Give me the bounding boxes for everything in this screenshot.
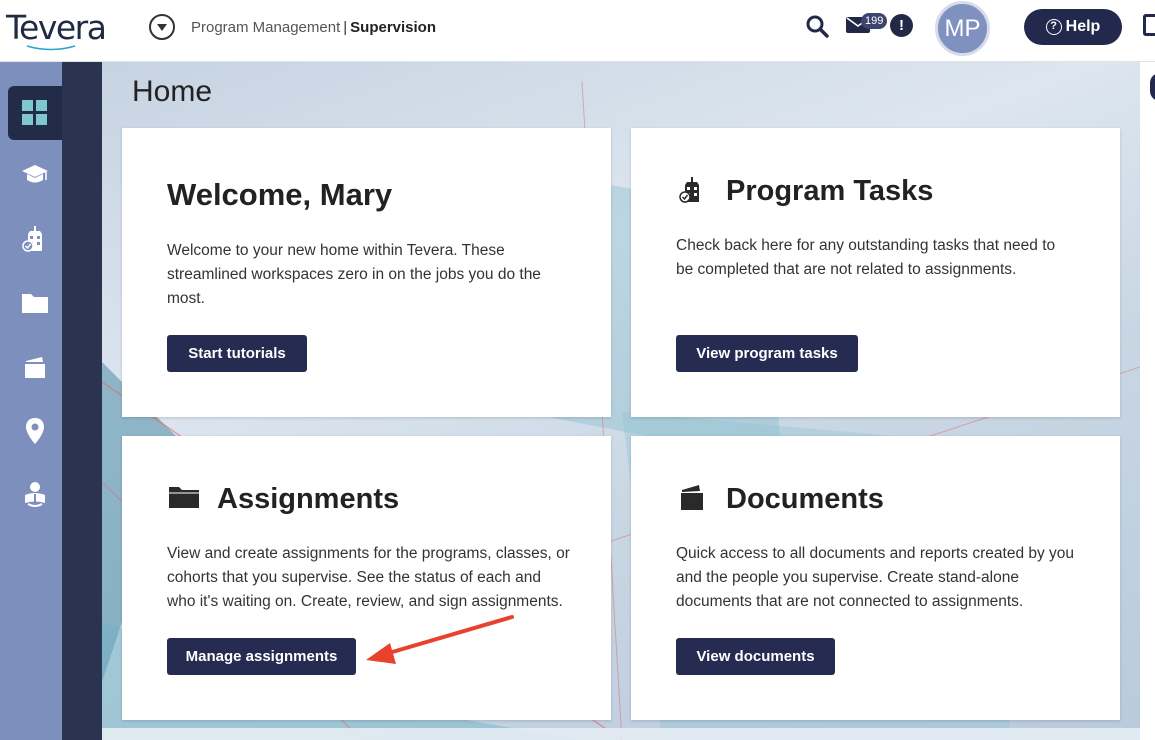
welcome-description: Welcome to your new home within Tevera. …	[167, 242, 541, 307]
sidebar	[0, 62, 62, 740]
top-bar: Tevera Program Management | Supervision 19…	[0, 0, 1155, 62]
assignments-title: Assignments	[217, 483, 400, 515]
assignments-card: Assignments View and create assignments …	[122, 436, 611, 720]
start-tutorials-button[interactable]: Start tutorials	[167, 335, 307, 372]
logout-icon[interactable]	[1143, 14, 1155, 36]
dashboard-grid-icon	[22, 100, 47, 125]
breadcrumb-current: Supervision	[350, 19, 437, 36]
folder-icon	[22, 294, 48, 313]
map-pin-icon	[26, 418, 44, 444]
building-check-icon	[679, 177, 699, 203]
program-tasks-title: Program Tasks	[726, 175, 934, 207]
manage-assignments-button[interactable]: Manage assignments	[167, 638, 356, 675]
chevron-down-icon	[157, 23, 167, 31]
question-circle-icon: ?	[1045, 19, 1062, 35]
sidebar-item-assignments[interactable]	[8, 276, 62, 330]
welcome-title: Welcome, Mary	[167, 177, 393, 212]
person-reading-icon	[25, 482, 45, 507]
annotation-arrow-icon	[366, 615, 514, 664]
program-tasks-description: Check back here for any outstanding task…	[676, 237, 1056, 278]
right-edge-strip	[1140, 62, 1155, 740]
help-button[interactable]: ? Help	[1024, 9, 1122, 45]
view-documents-button[interactable]: View documents	[676, 638, 835, 675]
documents-title: Documents	[726, 483, 884, 515]
program-tasks-card: Program Tasks Check back here for any ou…	[631, 128, 1120, 417]
workspace-menu-toggle[interactable]	[149, 14, 175, 40]
sidebar-item-sites[interactable]	[8, 212, 62, 266]
page-title: Home	[132, 75, 213, 108]
graduation-cap-icon	[22, 165, 48, 183]
next-row-cards-edge	[102, 728, 1140, 740]
assignments-description: View and create assignments for the prog…	[167, 545, 570, 610]
breadcrumb: Program Management | Supervision	[191, 19, 436, 36]
building-check-icon	[22, 226, 42, 252]
breadcrumb-separator: |	[343, 19, 348, 36]
sidebar-item-locations[interactable]	[8, 404, 62, 458]
sidebar-item-programs[interactable]	[8, 148, 62, 202]
view-program-tasks-button[interactable]: View program tasks	[676, 335, 858, 372]
documents-description: Quick access to all documents and report…	[676, 545, 1075, 610]
breadcrumb-parent[interactable]: Program Management	[191, 19, 340, 36]
documents-card: Documents Quick access to all documents …	[631, 436, 1120, 720]
sidebar-item-documents[interactable]	[8, 340, 62, 394]
folder-icon	[169, 487, 199, 508]
user-avatar[interactable]: MP	[935, 1, 990, 56]
documents-icon	[25, 357, 45, 378]
tevera-logo[interactable]: Tevera	[6, 8, 107, 47]
mail-count-badge: 199	[861, 13, 888, 29]
documents-icon	[681, 485, 703, 510]
welcome-card: Welcome, Mary Welcome to your new home w…	[122, 128, 611, 417]
sidebar-item-dashboard[interactable]	[8, 86, 62, 140]
search-icon[interactable]	[805, 14, 829, 38]
alert-icon[interactable]: !	[890, 14, 913, 37]
help-button-label: Help	[1065, 18, 1101, 35]
sidebar-item-learning[interactable]	[8, 468, 62, 522]
logo-swoosh-icon	[26, 45, 76, 51]
